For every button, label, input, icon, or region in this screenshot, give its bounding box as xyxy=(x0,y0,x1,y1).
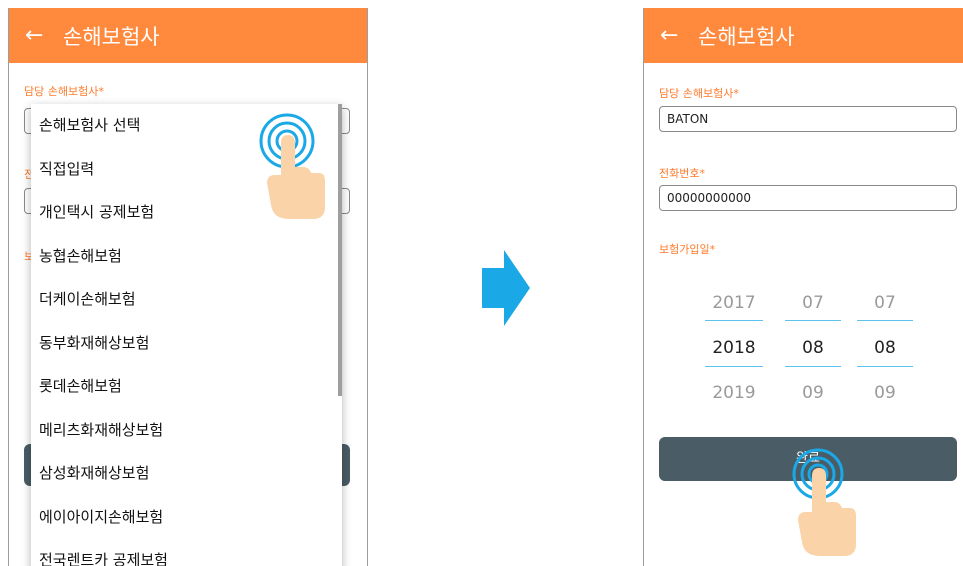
left-phone-screen: ← 손해보험사 담당 손해보험사* 전 보 손해보험사 선택 직접입력 개인택시 공… xyxy=(8,8,368,566)
month-wheel[interactable]: 07 08 09 xyxy=(783,293,843,428)
month-prev[interactable]: 07 xyxy=(783,293,843,338)
dropdown-item[interactable]: 에이아이지손해보험 xyxy=(31,496,342,540)
tap-gesture-icon xyxy=(259,113,325,219)
picker-divider xyxy=(705,366,763,367)
day-next[interactable]: 09 xyxy=(855,383,915,428)
picker-divider xyxy=(857,320,913,321)
picker-divider xyxy=(785,366,841,367)
phone-input[interactable]: 00000000000 xyxy=(659,185,957,211)
dropdown-item[interactable]: 메리츠화재해상보험 xyxy=(31,409,342,453)
dropdown-item[interactable]: 삼성화재해상보험 xyxy=(31,452,342,496)
page-title: 손해보험사 xyxy=(698,24,795,49)
picker-divider xyxy=(785,320,841,321)
page-title: 손해보험사 xyxy=(63,24,160,49)
year-prev[interactable]: 2017 xyxy=(699,293,769,338)
dropdown-item[interactable]: 롯데손해보험 xyxy=(31,365,342,409)
picker-divider xyxy=(705,320,763,321)
day-wheel[interactable]: 07 08 09 xyxy=(855,293,915,428)
dropdown-scrollbar[interactable] xyxy=(338,104,342,396)
month-next[interactable]: 09 xyxy=(783,383,843,428)
back-arrow-icon[interactable]: ← xyxy=(25,23,51,48)
insurer-label: 담당 손해보험사* xyxy=(659,87,739,100)
dropdown-item[interactable]: 더케이손해보험 xyxy=(31,278,342,322)
back-arrow-icon[interactable]: ← xyxy=(660,23,686,48)
app-header: ← 손해보험사 xyxy=(644,8,963,63)
phone-label: 전화번호* xyxy=(659,167,705,180)
date-picker[interactable]: 2017 2018 2019 07 08 09 07 08 09 xyxy=(699,293,919,403)
tap-gesture-icon xyxy=(792,448,856,556)
picker-divider xyxy=(857,366,913,367)
dropdown-item[interactable]: 농협손해보험 xyxy=(31,235,342,279)
date-label: 보험가입일* xyxy=(659,243,716,256)
month-selected[interactable]: 08 xyxy=(783,338,843,383)
insurer-input[interactable]: BATON xyxy=(659,106,957,132)
day-selected[interactable]: 08 xyxy=(855,338,915,383)
year-wheel[interactable]: 2017 2018 2019 xyxy=(699,293,769,428)
dropdown-item[interactable]: 전국렌트카 공제보험 xyxy=(31,539,342,566)
day-prev[interactable]: 07 xyxy=(855,293,915,338)
dropdown-item[interactable]: 동부화재해상보험 xyxy=(31,322,342,366)
year-next[interactable]: 2019 xyxy=(699,383,769,428)
app-header: ← 손해보험사 xyxy=(9,8,367,63)
year-selected[interactable]: 2018 xyxy=(699,338,769,383)
right-phone-screen: ← 손해보험사 담당 손해보험사* BATON 전화번호* 0000000000… xyxy=(643,8,963,566)
right-arrow-icon xyxy=(482,250,530,326)
insurer-label: 담당 손해보험사* xyxy=(24,85,104,98)
